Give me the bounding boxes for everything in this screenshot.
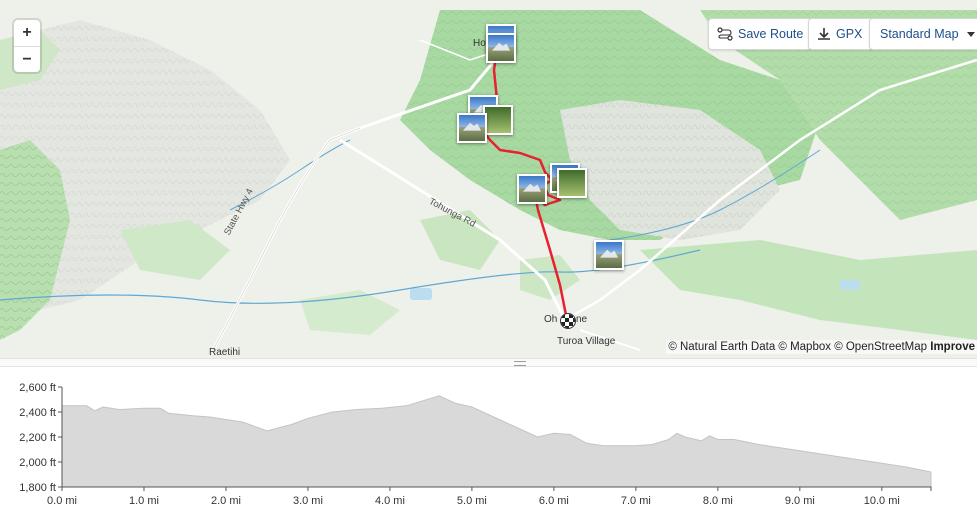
x-tick-label: 1.0 mi (129, 495, 159, 507)
x-tick-label: 2.0 mi (211, 495, 241, 507)
photo-marker[interactable] (557, 168, 587, 198)
map-view[interactable]: + − Save Route GPX Standard Map Ho Oh ne… (0, 0, 977, 358)
elevation-area (61, 395, 932, 488)
y-tick-label: 2,200 ft (19, 432, 56, 444)
minus-icon: − (22, 51, 32, 68)
improve-link[interactable]: Improve (930, 341, 975, 353)
checkered-flag-icon[interactable] (560, 313, 576, 329)
place-label-oh: Oh (544, 314, 558, 325)
zoom-control: + − (14, 20, 40, 72)
plus-icon: + (22, 24, 32, 41)
x-tick-label: 9.0 mi (785, 495, 815, 507)
x-tick-label: 0.0 mi (47, 495, 77, 507)
y-tick-label: 2,000 ft (19, 457, 56, 469)
x-tick-label: 3.0 mi (293, 495, 323, 507)
place-label-village: Turoa Village (557, 336, 616, 347)
map-attribution[interactable]: © Natural Earth Data © Mapbox © OpenStre… (666, 340, 977, 354)
download-icon (818, 28, 830, 40)
photo-marker[interactable] (483, 105, 513, 135)
x-tick-label: 10.0 mi (864, 495, 900, 507)
x-tick-label: 4.0 mi (375, 495, 405, 507)
y-tick-label: 2,400 ft (19, 407, 56, 419)
gpx-button[interactable]: GPX (808, 18, 874, 50)
x-tick-label: 5.0 mi (457, 495, 487, 507)
attribution-text: © Natural Earth Data © Mapbox © OpenStre… (668, 341, 931, 353)
zoom-in-button[interactable]: + (14, 20, 40, 46)
y-tick-label: 1,800 ft (19, 482, 56, 494)
x-tick-label: 7.0 mi (621, 495, 651, 507)
route-icon (717, 27, 733, 41)
save-route-label: Save Route (738, 27, 804, 41)
photo-marker[interactable] (457, 113, 487, 143)
x-tick-label: 6.0 mi (539, 495, 569, 507)
y-tick-label: 2,600 ft (19, 382, 56, 394)
photo-marker[interactable] (594, 240, 624, 270)
x-tick-label: 8.0 mi (703, 495, 733, 507)
save-route-button[interactable]: Save Route (708, 18, 812, 50)
zoom-out-button[interactable]: − (14, 46, 40, 73)
caret-down-icon (966, 31, 975, 37)
gpx-label: GPX (836, 27, 863, 41)
place-label-top: Ho (473, 38, 486, 49)
photo-marker[interactable] (517, 174, 547, 204)
map-style-select[interactable]: Standard Map (869, 18, 977, 50)
place-label-ne: ne (576, 314, 588, 325)
place-label-raetihi: Raetihi (209, 347, 241, 358)
photo-marker[interactable] (486, 33, 516, 63)
map-style-label: Standard Map (880, 27, 959, 41)
elevation-chart[interactable]: 1,800 ft 2,000 ft 2,200 ft 2,400 ft 2,600 ft… (0, 366, 977, 527)
